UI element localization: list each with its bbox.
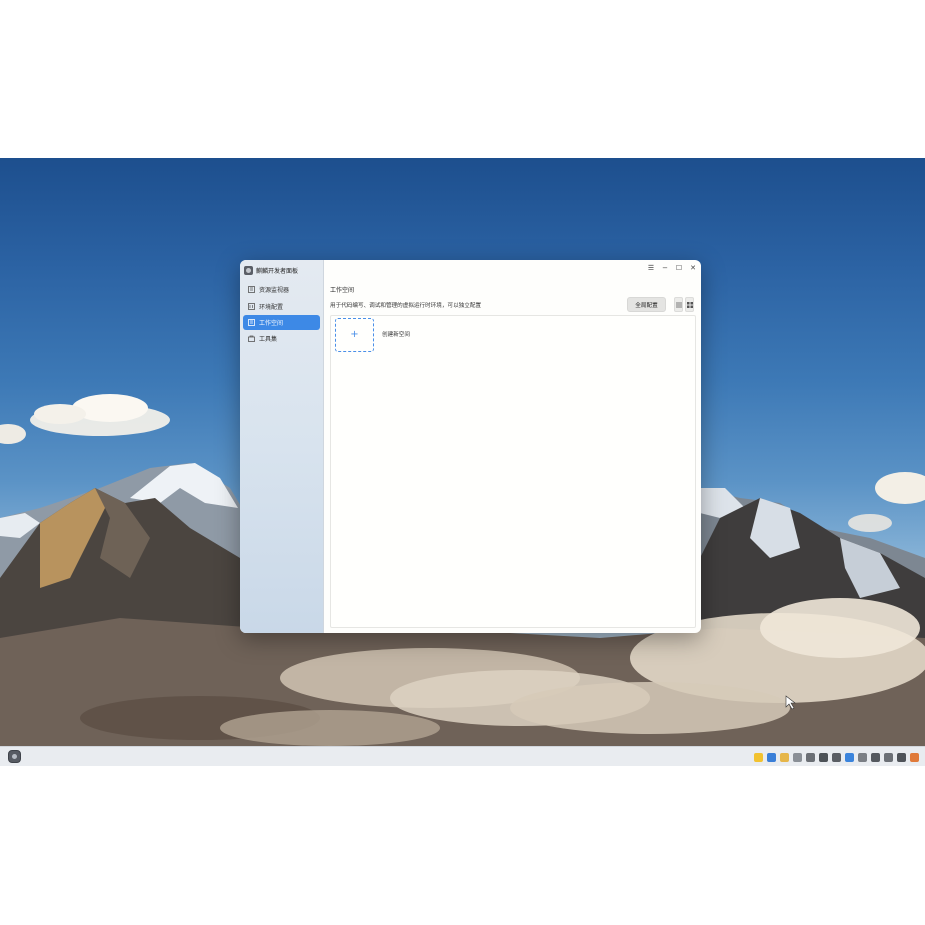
app-logo-icon <box>244 265 253 275</box>
share-icon[interactable] <box>832 752 841 762</box>
global-config-button[interactable]: 全局配置 <box>627 297 666 312</box>
desktop-screen: 麒麟开发者面板 资源监视器 环境配置 工作空间 工具集 ☰ − ☐ ✕ 工作空间… <box>0 158 925 766</box>
taskbar <box>0 746 925 766</box>
power-icon[interactable] <box>910 752 919 762</box>
app-title: 麒麟开发者面板 <box>256 267 299 275</box>
camera-icon[interactable] <box>793 752 802 762</box>
toolbox-icon <box>248 335 255 342</box>
sidebar-item-label: 工具集 <box>259 336 278 343</box>
app-icon[interactable] <box>845 752 854 762</box>
grid-view-button[interactable] <box>685 297 694 312</box>
plus-icon: + <box>350 329 359 340</box>
chevron-icon[interactable] <box>858 752 867 762</box>
folder-icon[interactable] <box>780 752 789 762</box>
headset-icon[interactable] <box>871 752 880 762</box>
sidebar-item-resource-monitor[interactable]: 资源监视器 <box>243 282 320 297</box>
sidebar: 麒麟开发者面板 资源监视器 环境配置 工作空间 工具集 <box>240 260 324 633</box>
app-title-row: 麒麟开发者面板 <box>244 265 298 275</box>
main-content: ☰ − ☐ ✕ 工作空间 用于代码编写、调试和管理的虚拟运行时环境，可以独立配置… <box>325 260 701 633</box>
sidebar-item-label: 环境配置 <box>259 304 284 311</box>
close-button[interactable]: ✕ <box>689 264 697 272</box>
sidebar-item-label: 资源监视器 <box>259 287 290 294</box>
sidebar-item-label: 工作空间 <box>259 320 284 327</box>
minimize-button[interactable]: − <box>661 264 669 272</box>
monitor-icon <box>248 286 255 293</box>
star-icon[interactable] <box>754 752 763 762</box>
chat-icon[interactable] <box>806 752 815 762</box>
system-tray <box>754 751 919 763</box>
window-controls: ☰ − ☐ ✕ <box>647 264 697 272</box>
input-icon[interactable] <box>884 752 893 762</box>
start-menu-button[interactable] <box>8 750 21 763</box>
developer-panel-window: 麒麟开发者面板 资源监视器 环境配置 工作空间 工具集 ☰ − ☐ ✕ 工作空间… <box>240 260 701 633</box>
list-view-icon <box>675 302 682 307</box>
page-description: 用于代码编写、调试和管理的虚拟运行时环境，可以独立配置 <box>330 303 482 309</box>
network-icon[interactable] <box>767 752 776 762</box>
shield-icon[interactable] <box>819 752 828 762</box>
create-workspace-card[interactable]: + <box>335 318 374 352</box>
sidebar-item-env-config[interactable]: 环境配置 <box>243 299 320 314</box>
volume-icon[interactable] <box>897 752 906 762</box>
workspace-icon <box>248 319 255 326</box>
list-view-button[interactable] <box>674 297 683 312</box>
sidebar-item-workspace[interactable]: 工作空间 <box>243 315 320 330</box>
page-title: 工作空间 <box>330 287 355 294</box>
grid-view-icon <box>686 301 693 308</box>
config-icon <box>248 303 255 310</box>
workspace-list-panel: + 创建新空间 <box>330 315 696 628</box>
sidebar-item-toolbox[interactable]: 工具集 <box>243 331 320 346</box>
maximize-button[interactable]: ☐ <box>675 264 683 272</box>
menu-icon[interactable]: ☰ <box>647 264 655 272</box>
create-workspace-label[interactable]: 创建新空间 <box>382 330 410 338</box>
